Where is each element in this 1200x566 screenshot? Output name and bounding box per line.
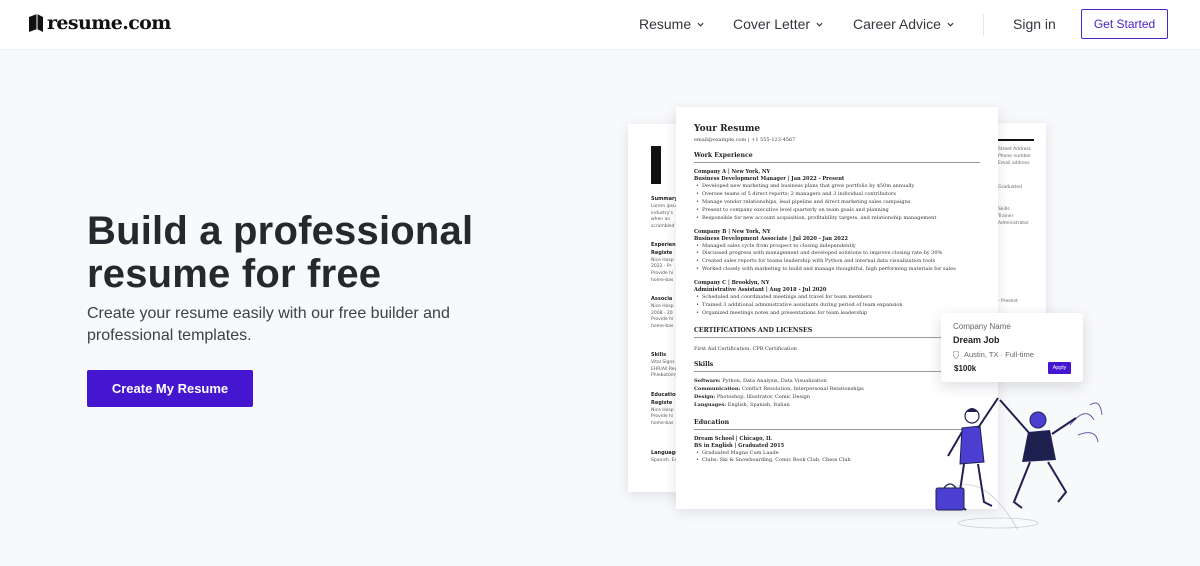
template-filler-text: Summary Lorem ipsu industry's when an scramb… [651,196,678,230]
template-filler-text: Skills Trainer Administrator [998,207,1029,226]
nav-cover-letter[interactable]: Cover Letter [733,16,823,32]
job-role: Administrative Assistant | Aug 2018 - Ju… [694,287,827,294]
job-bullet: Responsible for new account acquisition,… [694,215,980,223]
resume-contact: email@example.com | +1 555-123-4567 [694,137,796,143]
hero-title: Build a professional resume for free [87,209,474,296]
resume-job: Company B | New York, NY Business Develo… [694,229,980,275]
job-company: Company C | Brooklyn, NY [694,280,770,287]
job-bullet: Worked closely with marketing to build a… [694,266,980,274]
brand-name: resume.com [47,12,171,34]
job-role: Business Development Associate | Jul 202… [694,235,848,242]
chevron-down-icon [947,22,954,27]
skill-value: Python, Data Analysis, Data Visualizatio… [722,377,827,384]
job-company: Company A | New York, NY [694,169,771,175]
job-card-salary: $100k [954,364,977,373]
hero-subtitle: Create your resume easily with our free … [87,305,450,344]
skill-label: Software: [694,377,721,384]
job-card: Company Name Dream Job Austin, TX · Full… [941,313,1083,382]
job-bullet: Discussed progress with management and d… [694,250,980,258]
sign-in-link[interactable]: Sign in [1013,16,1056,32]
job-company: Company B | New York, NY [694,228,771,235]
template-filler-text: Education Registe Nice Hosp Provide hi home-… [651,392,679,427]
resume-job: Company A | New York, NY Business Develo… [694,169,980,223]
high-five-illustration [935,397,1103,531]
nav-resume[interactable]: Resume [639,16,704,32]
resume-name: Your Resume [694,124,761,134]
job-card-title: Dream Job [953,335,1000,345]
template-filler-text: Street Address Phone number Email address [998,147,1032,166]
certifications-text: First Aid Certification, CPR Certificati… [694,345,797,352]
work-experience-heading: Work Experience [694,152,980,163]
job-bullet: Scheduled and coordinated meetings and t… [694,294,980,302]
template-filler-text: Graduated [998,185,1022,190]
job-bullet: Developed new marketing and business pla… [694,183,980,191]
job-bullet: Manage vendor relationships, lead pipeli… [694,199,980,207]
certifications-heading: CERTIFICATIONS AND LICENSES [694,327,980,338]
get-started-button[interactable]: Get Started [1081,9,1168,39]
skill-value: Photoshop, Illustrator, Comic Design [716,393,811,400]
skill-value: Conflict Resolution, Interpersonal Relat… [741,385,864,392]
job-bullet: Trained 3 additional administrative assi… [694,302,980,310]
job-card-company: Company Name [953,322,1011,331]
job-bullet: Oversee teams of 5 direct reports; 2 man… [694,191,980,199]
nav-career-advice-label: Career Advice [853,16,941,32]
skill-label: Design: [694,393,716,400]
nav-career-advice[interactable]: Career Advice [853,16,954,32]
chevron-down-icon [697,22,704,27]
logo-book-icon [29,13,43,32]
job-bullet: Created sales reports for teams leadersh… [694,258,980,266]
job-card-location-row: Austin, TX · Full-time [953,350,1071,359]
template-filler-text: - Present [998,299,1018,304]
template-accent-bar [651,146,661,184]
create-my-resume-button[interactable]: Create My Resume [87,370,253,407]
nav-resume-label: Resume [639,16,692,32]
resume-job: Company C | Brooklyn, NY Administrative … [694,280,980,318]
job-bullet: Organized meetings notes and presentatio… [694,310,980,318]
skill-label: Communication: [694,385,741,392]
site-header: resume.com Resume Cover Letter Career Ad… [0,0,1200,50]
template-filler-text: Skills Vital Signs EHR/All Reg Phlebotomy [651,352,678,379]
skill-label: Languages: [694,401,727,408]
logo[interactable]: resume.com [28,11,171,35]
location-pin-icon [953,350,959,359]
template-filler-text: Associa Nice Hosp 2008 - 20 Provide hi home-… [651,296,674,330]
job-role: Business Development Manager | Jan 2022 … [694,176,845,182]
job-card-location: Austin, TX · Full-time [964,350,1034,359]
nav-cover-letter-label: Cover Letter [733,16,811,32]
apply-button[interactable]: Apply [1048,362,1071,374]
skills-heading: Skills [694,361,980,372]
job-bullet: Present to company executive level quart… [694,207,980,215]
nav-divider [983,14,984,36]
skill-value: English, Spanish, Italian [727,401,790,408]
job-bullet: Managed sales cycle from prospect to clo… [694,243,980,251]
chevron-down-icon [816,22,823,27]
